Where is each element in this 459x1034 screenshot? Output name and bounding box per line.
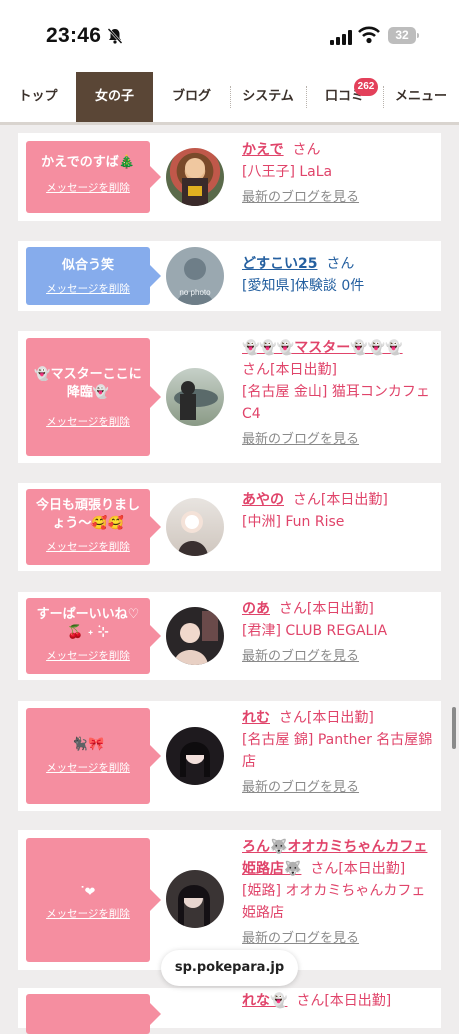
message-bubble: 🐈‍⬛🎀 メッセージを削除 xyxy=(26,708,161,804)
honorific: さん xyxy=(326,256,355,272)
avatar[interactable] xyxy=(166,148,224,206)
message-bubble: 👻マスターここに降臨👻 メッセージを削除 xyxy=(26,338,161,456)
message-card: かえでのすば🎄 メッセージを削除 かえで さん [八王子] LaLa 最新のブロ… xyxy=(18,133,441,221)
avatar[interactable]: no photo xyxy=(166,247,224,305)
message-text: 👻マスターここに降臨👻 xyxy=(34,367,142,400)
honorific: さん[本日出勤] xyxy=(242,362,337,378)
message-card: ᐝ❤︎ メッセージを削除 ろん🐺オオカミちゃんカフェ姫路店🐺 さん[本日出勤] … xyxy=(18,830,441,970)
battery-tip xyxy=(417,33,419,38)
shop-info[interactable]: [姫路] オオカミちゃんカフェ姫路店 xyxy=(242,880,434,924)
avatar-photo xyxy=(174,381,218,420)
profile-name-link[interactable]: かえで xyxy=(242,142,284,158)
profile-info: かえで さん [八王子] LaLa 最新のブログを見る xyxy=(242,139,434,209)
profile-name-link[interactable]: どすこい25 xyxy=(242,256,317,272)
honorific: さん xyxy=(292,142,321,158)
message-bubble: 今日も頑張りましょう〜🥰🥰 メッセージを削除 xyxy=(26,489,161,565)
clock-time: 23:46 xyxy=(46,24,102,47)
shop-info[interactable]: [名古屋 錦] Panther 名古屋錦店 xyxy=(242,729,434,773)
avatar[interactable] xyxy=(166,607,224,665)
avatar[interactable] xyxy=(166,870,224,928)
message-bubble: かえでのすば🎄 メッセージを削除 xyxy=(26,141,161,213)
profile-info: のあ さん[本日出勤] [君津] CLUB REGALIA 最新のブログを見る xyxy=(242,598,434,668)
message-bubble xyxy=(26,994,161,1034)
profile-info: ろん🐺オオカミちゃんカフェ姫路店🐺 さん[本日出勤] [姫路] オオカミちゃんカ… xyxy=(242,836,434,950)
delete-message-link[interactable]: メッセージを削除 xyxy=(26,180,150,195)
delete-message-link[interactable]: メッセージを削除 xyxy=(26,414,150,429)
message-bubble: ᐝ❤︎ メッセージを削除 xyxy=(26,838,161,962)
avatar-photo xyxy=(180,742,210,777)
tab-girls[interactable]: 女の子 xyxy=(76,72,153,122)
profile-name-link[interactable]: 👻👻👻マスター👻👻👻 xyxy=(242,340,403,356)
message-card: 👻マスターここに降臨👻 メッセージを削除 👻👻👻マスター👻👻👻 さん[本日出勤]… xyxy=(18,331,441,463)
message-card: れな👻 さん[本日出勤] xyxy=(18,988,441,1034)
tab-system[interactable]: システム xyxy=(230,72,306,122)
latest-blog-link[interactable]: 最新のブログを見る xyxy=(242,928,359,950)
no-photo-text: no photo xyxy=(179,288,211,297)
battery-indicator: 32 xyxy=(388,27,416,44)
honorific: さん[本日出勤] xyxy=(278,710,374,726)
shop-info[interactable]: [中洲] Fun Rise xyxy=(242,511,434,533)
delete-message-link[interactable]: メッセージを削除 xyxy=(26,281,150,296)
message-text: 今日も頑張りましょう〜🥰🥰 xyxy=(35,498,140,531)
profile-name-link[interactable]: れむ xyxy=(242,710,270,726)
avatar-photo xyxy=(182,158,208,206)
delete-message-link[interactable]: メッセージを削除 xyxy=(26,648,150,663)
honorific: さん[本日出勤] xyxy=(310,861,406,877)
delete-message-link[interactable]: メッセージを削除 xyxy=(26,760,150,775)
honorific: さん[本日出勤] xyxy=(278,601,374,617)
avatar[interactable] xyxy=(166,498,224,556)
delete-message-link[interactable]: メッセージを削除 xyxy=(26,906,150,921)
shop-info[interactable]: [愛知県]体験談 0件 xyxy=(242,275,434,297)
message-bubble: 似合う笑 メッセージを削除 xyxy=(26,247,161,305)
message-text: 🐈‍⬛🎀 xyxy=(71,737,105,752)
delete-message-link[interactable]: メッセージを削除 xyxy=(26,539,150,554)
honorific: さん[本日出勤] xyxy=(292,492,388,508)
profile-info: れな👻 さん[本日出勤] xyxy=(242,990,434,1012)
profile-name-link[interactable]: あやの xyxy=(242,492,284,508)
status-bar: 23:46 32 xyxy=(0,0,459,72)
cellular-signal-icon xyxy=(330,30,352,45)
reviews-count-badge: 262 xyxy=(354,78,378,96)
tab-blog[interactable]: ブログ xyxy=(153,72,230,122)
browser-url-bar[interactable]: sp.pokepara.jp xyxy=(161,950,298,986)
main-nav: トップ 女の子 ブログ システム 口コミ メニュー xyxy=(0,72,459,125)
latest-blog-link[interactable]: 最新のブログを見る xyxy=(242,646,359,668)
latest-blog-link[interactable]: 最新のブログを見る xyxy=(242,777,359,799)
shop-info[interactable]: [名古屋 金山] 猫耳コンカフェ C4 xyxy=(242,381,434,425)
message-bubble: すーぱーいいね♡ 🍒 ˖ ࣪⊹ メッセージを削除 xyxy=(26,598,161,674)
avatar-photo xyxy=(178,885,210,926)
profile-name-link[interactable]: れな👻 xyxy=(242,993,287,1009)
tab-top[interactable]: トップ xyxy=(0,72,76,122)
profile-info: どすこい25 さん [愛知県]体験談 0件 xyxy=(242,253,434,297)
message-card: 🐈‍⬛🎀 メッセージを削除 れむ さん[本日出勤] [名古屋 錦] Panthe… xyxy=(18,701,441,811)
message-text: すーぱーいいね♡ 🍒 ˖ ࣪⊹ xyxy=(36,607,140,640)
message-text: ᐝ❤︎ xyxy=(80,885,96,900)
message-card: 今日も頑張りましょう〜🥰🥰 メッセージを削除 あやの さん[本日出勤] [中洲]… xyxy=(18,483,441,571)
avatar-photo xyxy=(174,611,218,665)
shop-info[interactable]: [君津] CLUB REGALIA xyxy=(242,620,434,642)
message-card: 似合う笑 メッセージを削除 no photo どすこい25 さん [愛知県]体験… xyxy=(18,241,441,311)
no-photo-placeholder-icon: no photo xyxy=(176,258,214,305)
wifi-icon xyxy=(358,26,380,44)
message-text: 似合う笑 xyxy=(61,258,114,273)
tab-menu[interactable]: メニュー xyxy=(383,72,459,122)
latest-blog-link[interactable]: 最新のブログを見る xyxy=(242,429,359,451)
message-card: すーぱーいいね♡ 🍒 ˖ ࣪⊹ メッセージを削除 のあ さん[本日出勤] [君津… xyxy=(18,592,441,680)
honorific: さん[本日出勤] xyxy=(296,993,392,1009)
avatar-photo xyxy=(178,511,208,556)
profile-info: れむ さん[本日出勤] [名古屋 錦] Panther 名古屋錦店 最新のブログ… xyxy=(242,707,434,799)
latest-blog-link[interactable]: 最新のブログを見る xyxy=(242,187,359,209)
profile-name-link[interactable]: のあ xyxy=(242,601,270,617)
shop-info[interactable]: [八王子] LaLa xyxy=(242,161,434,183)
avatar[interactable] xyxy=(166,727,224,785)
bell-muted-icon xyxy=(107,28,123,44)
message-text: かえでのすば🎄 xyxy=(41,155,135,170)
scrollbar[interactable] xyxy=(452,707,456,749)
profile-info: 👻👻👻マスター👻👻👻 さん[本日出勤] [名古屋 金山] 猫耳コンカフェ C4 … xyxy=(242,337,434,451)
profile-info: あやの さん[本日出勤] [中洲] Fun Rise xyxy=(242,489,434,533)
avatar[interactable] xyxy=(166,368,224,426)
